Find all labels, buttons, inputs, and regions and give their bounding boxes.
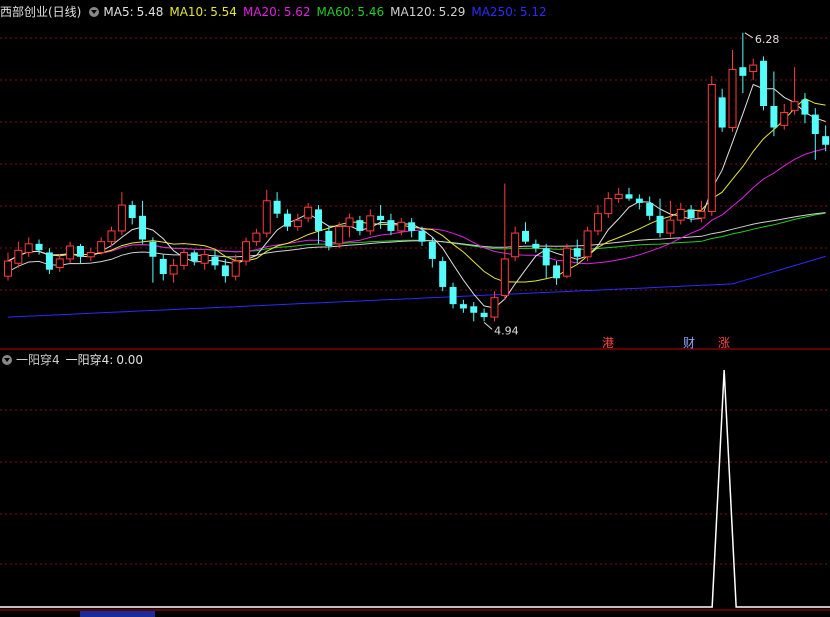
candle-body-down	[387, 220, 395, 231]
candle-body-down	[811, 114, 819, 134]
candle-body-down	[822, 136, 830, 145]
candle-body-up	[200, 254, 209, 264]
candle-body-up	[583, 230, 592, 258]
candle-body-down	[459, 304, 467, 309]
candle-body-up	[697, 211, 706, 219]
candle-body-down	[128, 205, 136, 218]
candle-body-down	[283, 213, 291, 227]
candle-body-down	[45, 252, 53, 270]
candle-body-up	[252, 232, 261, 243]
candle-body-down	[211, 256, 219, 266]
candle-body-up	[4, 260, 12, 277]
candle-body-up	[604, 198, 613, 215]
ma120-line	[7, 212, 826, 273]
candle-body-down	[760, 60, 768, 106]
candle-body-down	[76, 246, 84, 257]
candle-body-down	[480, 312, 488, 318]
candle-body-down	[573, 248, 581, 257]
candle-body-up	[500, 258, 509, 297]
candle-body-down	[687, 209, 695, 218]
candle-body-up	[666, 219, 675, 234]
candle-body-down	[522, 230, 529, 242]
ma10-line	[7, 97, 826, 283]
candle-body-up	[55, 258, 64, 269]
candle-body-down	[770, 106, 778, 128]
candle-body-down	[356, 220, 364, 231]
candle-body-down	[532, 243, 540, 249]
candle-body-up	[790, 101, 799, 111]
candle-body-up	[86, 251, 95, 258]
time-cursor	[80, 611, 155, 617]
candle-body-down	[739, 67, 747, 76]
candle-body-up	[614, 193, 623, 200]
candle-body-up	[117, 204, 126, 232]
candle-body-up	[231, 260, 240, 277]
candle-body-down	[418, 230, 426, 242]
candle-body-down	[470, 306, 478, 313]
candle-body-up	[242, 241, 251, 262]
candle-body-down	[635, 198, 643, 203]
event-tag-hk[interactable]: 港	[602, 334, 614, 351]
candle-body-up	[262, 200, 271, 234]
low-price-label: 4.94	[494, 324, 518, 337]
candle-body-down	[801, 99, 809, 115]
candle-body-down	[139, 215, 147, 240]
low-marker	[483, 322, 493, 330]
candle-body-up	[97, 241, 106, 253]
candle-body-up	[490, 297, 499, 318]
candle-body-up	[304, 206, 313, 219]
ma5-line	[7, 83, 826, 309]
candle-body-down	[159, 258, 167, 274]
candle-body-up	[397, 221, 406, 232]
candle-body-down	[646, 202, 654, 216]
high-marker	[744, 32, 754, 39]
ma250-line	[7, 255, 826, 318]
candle-body-down	[273, 200, 281, 214]
candle-body-down	[553, 265, 561, 279]
candle-body-down	[718, 97, 726, 128]
candle-body-up	[293, 219, 302, 228]
chart-canvas[interactable]: 6.28 4.94	[0, 0, 830, 617]
candle-body-up	[728, 68, 737, 129]
event-tag-finance[interactable]: 财	[683, 334, 695, 351]
candle-body-down	[315, 209, 322, 231]
candle-body-up	[169, 264, 178, 275]
candle-body-down	[377, 215, 385, 221]
candle-body-up	[562, 247, 571, 277]
candle-body-up	[66, 245, 75, 260]
candle-body-down	[449, 286, 457, 305]
candle-body-down	[428, 241, 436, 259]
candle-body-down	[408, 222, 416, 231]
candle-body-up	[780, 111, 789, 126]
ma60-line	[7, 212, 826, 262]
candle-body-up	[335, 226, 344, 245]
candle-body-down	[439, 261, 447, 287]
candle-body-up	[511, 232, 520, 258]
candle-body-up	[107, 230, 116, 243]
candle-body-down	[221, 265, 229, 277]
candle-body-up	[24, 243, 33, 253]
candle-body-down	[325, 230, 333, 246]
high-price-label: 6.28	[755, 33, 780, 46]
candle-body-up	[593, 213, 602, 232]
candle-body-down	[190, 252, 198, 262]
candle-body-up	[676, 208, 685, 221]
candle-body-down	[542, 248, 550, 266]
candle-body-down	[625, 194, 633, 199]
candle-body-up	[749, 64, 758, 73]
candle-body-up	[366, 215, 375, 232]
event-tag-limit-up[interactable]: 涨	[718, 334, 730, 351]
candle-body-down	[149, 241, 157, 257]
candle-body-up	[14, 249, 23, 264]
candle-body-down	[35, 243, 43, 251]
candle-body-up	[179, 251, 188, 266]
candle-body-up	[707, 83, 716, 213]
candle-body-down	[656, 215, 664, 234]
candle-body-up	[345, 217, 354, 228]
indicator-line	[0, 369, 830, 608]
